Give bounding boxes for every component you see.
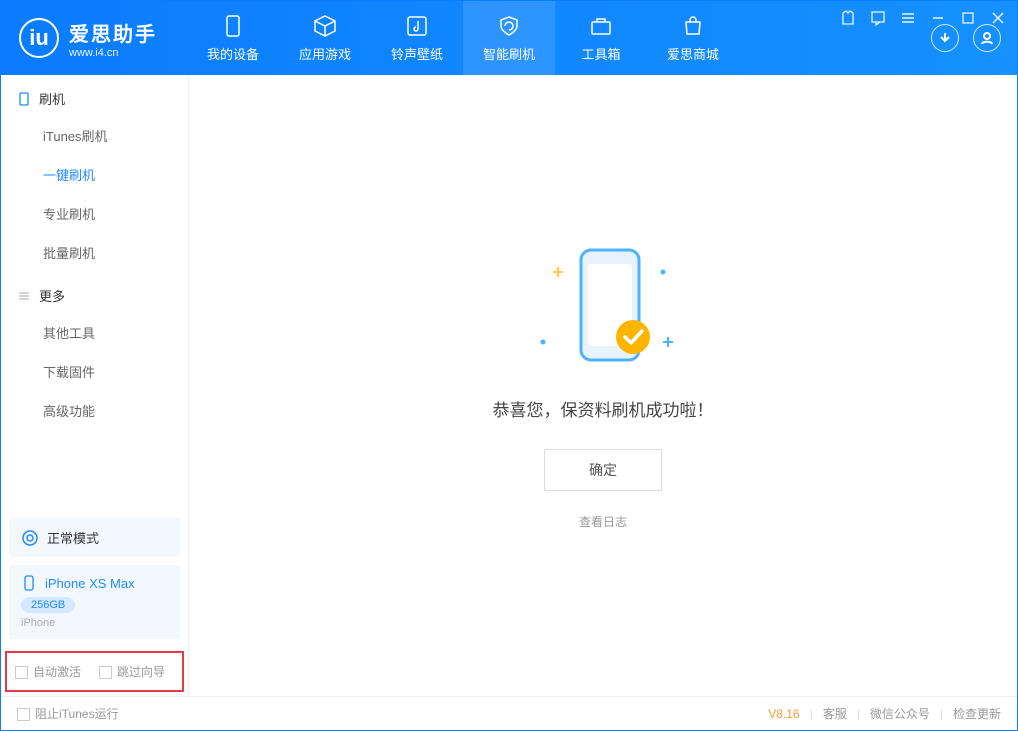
confirm-button[interactable]: 确定 — [544, 449, 662, 491]
tab-label: 铃声壁纸 — [391, 44, 443, 63]
device-name-label: iPhone XS Max — [45, 576, 135, 591]
shirt-icon[interactable] — [840, 10, 856, 26]
success-message: 恭喜您，保资料刷机成功啦！ — [493, 396, 714, 421]
logo: iu 爱思助手 www.i4.cn — [19, 18, 157, 59]
menu-icon[interactable] — [900, 10, 916, 26]
sidebar-item-batch-flash[interactable]: 批量刷机 — [1, 233, 188, 272]
sidebar: 刷机 iTunes刷机 一键刷机 专业刷机 批量刷机 更多 其他工具 下载固件 … — [1, 75, 189, 696]
tab-apps-games[interactable]: 应用游戏 — [279, 1, 371, 75]
list-icon — [17, 289, 31, 303]
sync-icon — [21, 529, 39, 547]
device-info-box[interactable]: iPhone XS Max 256GB iPhone — [9, 565, 180, 639]
nav-tabs: 我的设备 应用游戏 铃声壁纸 智能刷机 工具箱 爱思商城 — [187, 1, 739, 75]
logo-icon: iu — [19, 18, 59, 58]
sidebar-item-advanced[interactable]: 高级功能 — [1, 391, 188, 430]
section-label: 更多 — [39, 286, 65, 305]
tab-label: 爱思商城 — [667, 44, 719, 63]
feedback-icon[interactable] — [870, 10, 886, 26]
tab-label: 我的设备 — [207, 44, 259, 63]
sidebar-item-download-firmware[interactable]: 下载固件 — [1, 352, 188, 391]
view-log-link[interactable]: 查看日志 — [579, 513, 627, 530]
device-status-box[interactable]: 正常模式 — [9, 518, 180, 557]
sidebar-section-flash: 刷机 — [1, 75, 188, 116]
section-label: 刷机 — [39, 89, 65, 108]
device-capacity: 256GB — [21, 597, 75, 613]
tab-toolbox[interactable]: 工具箱 — [555, 1, 647, 75]
success-illustration — [513, 242, 693, 372]
close-icon[interactable] — [990, 10, 1006, 26]
tab-label: 应用游戏 — [299, 44, 351, 63]
maximize-icon[interactable] — [960, 10, 976, 26]
phone-small-icon — [21, 575, 37, 591]
titlebar: iu 爱思助手 www.i4.cn 我的设备 应用游戏 铃声壁纸 智能刷机 — [1, 1, 1017, 75]
app-window: iu 爱思助手 www.i4.cn 我的设备 应用游戏 铃声壁纸 智能刷机 — [0, 0, 1018, 731]
tab-label: 智能刷机 — [483, 44, 535, 63]
highlighted-checkbox-row: 自动激活 跳过向导 — [5, 651, 184, 692]
tab-smart-flash[interactable]: 智能刷机 — [463, 1, 555, 75]
device-icon — [17, 92, 31, 106]
tab-label: 工具箱 — [581, 44, 620, 63]
device-type: iPhone — [21, 617, 168, 629]
app-title: 爱思助手 — [69, 18, 157, 47]
cube-icon — [313, 14, 337, 38]
version-label: V8.16 — [768, 707, 799, 721]
sidebar-item-itunes-flash[interactable]: iTunes刷机 — [1, 116, 188, 155]
sidebar-item-other-tools[interactable]: 其他工具 — [1, 313, 188, 352]
checkbox-block-itunes[interactable]: 阻止iTunes运行 — [17, 705, 119, 722]
tab-store[interactable]: 爱思商城 — [647, 1, 739, 75]
app-subtitle: www.i4.cn — [69, 47, 157, 59]
shopping-bag-icon — [681, 14, 705, 38]
toolbox-icon — [589, 14, 613, 38]
minimize-icon[interactable] — [930, 10, 946, 26]
music-note-icon — [405, 14, 429, 38]
tab-my-device[interactable]: 我的设备 — [187, 1, 279, 75]
checkbox-skip-guide[interactable]: 跳过向导 — [99, 663, 165, 680]
sidebar-item-pro-flash[interactable]: 专业刷机 — [1, 194, 188, 233]
refresh-shield-icon — [497, 14, 521, 38]
window-controls — [840, 0, 1018, 731]
sidebar-section-more: 更多 — [1, 272, 188, 313]
tab-ringtones-wallpapers[interactable]: 铃声壁纸 — [371, 1, 463, 75]
phone-icon — [221, 14, 245, 38]
sidebar-item-onekey-flash[interactable]: 一键刷机 — [1, 155, 188, 194]
checkbox-auto-activate[interactable]: 自动激活 — [15, 663, 81, 680]
status-label: 正常模式 — [47, 528, 99, 547]
